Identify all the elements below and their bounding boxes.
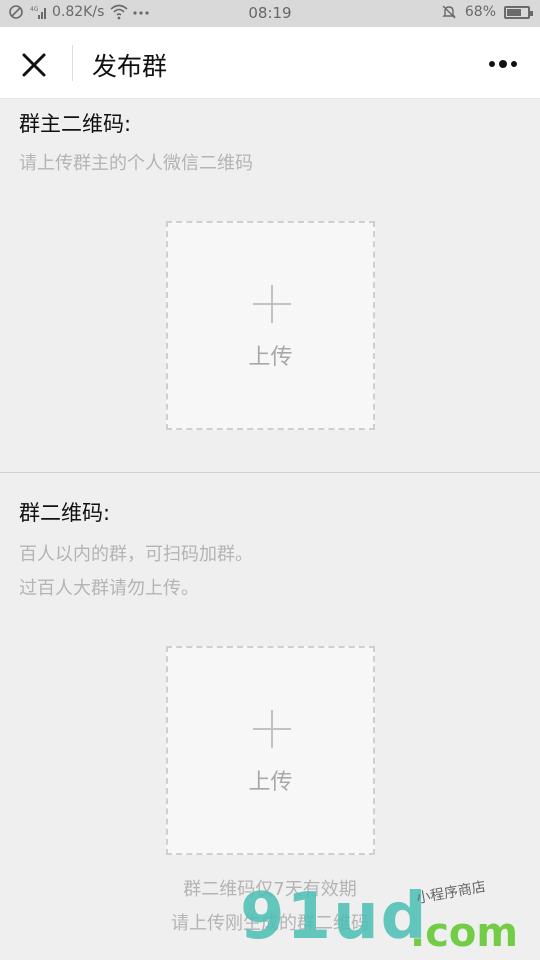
group-qr-hint-line1: 百人以内的群，可扫码加群。 — [19, 544, 253, 565]
status-right: 68% — [441, 4, 533, 20]
group-qr-title: 群二维码: — [19, 501, 111, 525]
battery-icon — [504, 5, 533, 19]
group-qr-upload-button[interactable]: 上传 — [166, 646, 375, 855]
more-dots-icon — [489, 60, 517, 68]
owner-qr-title: 群主二维码: — [19, 112, 132, 136]
owner-qr-upload-label: 上传 — [248, 345, 293, 370]
plus-icon — [253, 710, 291, 748]
owner-qr-section: 群主二维码: 请上传群主的个人微信二维码 上传 — [0, 99, 540, 471]
plus-icon — [253, 285, 291, 323]
close-button[interactable] — [16, 47, 52, 83]
battery-percent: 68% — [464, 4, 496, 20]
status-bar: 4G 0.82K/s 08:19 68% — [0, 0, 540, 27]
owner-qr-hint: 请上传群主的个人微信二维码 — [19, 153, 253, 174]
mute-bell-icon — [441, 4, 457, 20]
nav-bar: 发布群 — [0, 27, 540, 99]
page-title: 发布群 — [92, 52, 168, 81]
validity-note-line2: 请上传刚生成的群二维码 — [171, 913, 369, 934]
nav-divider — [72, 45, 73, 81]
group-qr-upload-label: 上传 — [248, 770, 293, 795]
validity-note-line1: 群二维码仅7天有效期 — [183, 879, 357, 900]
group-qr-hint-line2: 过百人大群请勿上传。 — [19, 578, 199, 599]
owner-qr-upload-button[interactable]: 上传 — [166, 221, 375, 430]
more-button[interactable] — [486, 49, 522, 79]
group-qr-section: 群二维码: 百人以内的群，可扫码加群。 过百人大群请勿上传。 上传 群二维码仅7… — [0, 472, 540, 960]
close-icon — [22, 53, 46, 77]
